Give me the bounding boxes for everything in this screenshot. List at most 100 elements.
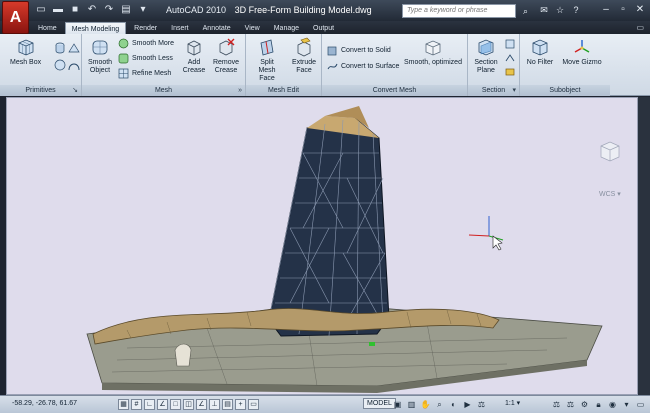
- showmotion-icon[interactable]: ▶: [462, 399, 473, 410]
- tab-manage[interactable]: Manage: [268, 22, 305, 34]
- tab-annotate[interactable]: Annotate: [197, 22, 237, 34]
- dynamic-input-icon[interactable]: ▤: [222, 399, 233, 410]
- model-space-toggle[interactable]: MODEL: [363, 398, 396, 409]
- mesh-box-icon: [18, 39, 33, 56]
- workspace-switching-icon[interactable]: ⚙: [579, 399, 590, 410]
- pan-icon[interactable]: ✋: [420, 399, 431, 410]
- smooth-more-button[interactable]: Smooth More: [118, 37, 174, 50]
- steeringwheel-icon[interactable]: ◐: [448, 399, 459, 410]
- new-file-icon[interactable]: ▭: [34, 3, 48, 17]
- restore-icon[interactable]: ▫: [617, 3, 629, 16]
- quick-view-drawings-icon[interactable]: ▥: [406, 399, 417, 410]
- favorites-star-icon[interactable]: ☆: [554, 3, 566, 17]
- ortho-mode-icon[interactable]: ∟: [144, 399, 155, 410]
- split-mesh-face-button[interactable]: Split Mesh Face: [252, 37, 282, 83]
- annotation-scale-select[interactable]: 1:1 ▾: [505, 399, 520, 407]
- snap-mode-icon[interactable]: ▦: [118, 399, 129, 410]
- primitives-title: Primitives: [25, 87, 56, 94]
- tab-view[interactable]: View: [239, 22, 266, 34]
- add-crease-button[interactable]: Add Crease: [182, 37, 206, 75]
- extrude-face-button[interactable]: Extrude Face: [290, 37, 318, 75]
- grid-display-icon[interactable]: #: [131, 399, 142, 410]
- object-snap-tracking-icon[interactable]: ∠: [196, 399, 207, 410]
- no-filter-label: No Filter: [526, 59, 554, 66]
- panel-expand-icon[interactable]: ↘: [72, 85, 78, 96]
- convert-to-solid-button[interactable]: Convert to Solid: [327, 44, 391, 57]
- ribbon-minimize-icon[interactable]: ▭: [636, 23, 644, 32]
- split-face-icon: [260, 39, 274, 56]
- model-label: MODEL: [367, 400, 392, 407]
- quick-view-layouts-icon[interactable]: ▣: [392, 399, 403, 410]
- lineweight-icon[interactable]: +: [235, 399, 246, 410]
- window-controls: – ▫ ✕: [600, 3, 646, 16]
- binoculars-icon[interactable]: ⌕: [519, 4, 532, 18]
- help-icon[interactable]: ?: [570, 3, 582, 17]
- quick-access-toolbar: ▭ ▬ ■ ↶ ↷ ▤ ▾: [34, 3, 150, 17]
- communication-center-icon[interactable]: ✉: [538, 3, 550, 17]
- tab-insert[interactable]: Insert: [165, 22, 195, 34]
- search-input[interactable]: Type a keyword or phrase: [402, 4, 516, 18]
- mesh-box-button[interactable]: Mesh Box: [10, 37, 41, 67]
- mesh-wedge-icon[interactable]: [67, 41, 81, 55]
- extrude-face-label: Extrude Face: [291, 59, 317, 74]
- tab-mesh-modeling[interactable]: Mesh Modeling: [64, 22, 127, 34]
- smooth-optimized-icon: [425, 40, 441, 56]
- smooth-less-label: Smooth Less: [132, 55, 173, 62]
- move-gizmo-button[interactable]: Move Gizmo: [562, 37, 602, 67]
- status-menu-icon[interactable]: ▾: [621, 399, 632, 410]
- 3d-object-snap-icon[interactable]: ◫: [183, 399, 194, 410]
- clean-screen-icon[interactable]: ▭: [635, 399, 646, 410]
- mesh-title: Mesh: [154, 87, 173, 94]
- convert-mesh-title: Convert Mesh: [372, 87, 417, 94]
- smooth-less-button[interactable]: Smooth Less: [118, 52, 173, 65]
- remove-crease-button[interactable]: Remove Crease: [212, 37, 240, 75]
- annotation-scale-icon[interactable]: ⚖: [476, 399, 487, 410]
- print-icon[interactable]: ▤: [119, 3, 133, 17]
- panel-subobject: No Filter Move Gizmo Subobject: [520, 34, 610, 96]
- section-plane-button[interactable]: Section Plane: [471, 37, 501, 75]
- zoom-icon[interactable]: ⌕: [434, 399, 445, 410]
- viewcube[interactable]: [597, 138, 623, 164]
- split-mesh-face-label: Split Mesh Face: [258, 59, 276, 82]
- application-menu-button[interactable]: A: [2, 1, 29, 34]
- smooth-object-button[interactable]: Smooth Object: [88, 37, 112, 75]
- annotation-visibility-icon[interactable]: ⚖: [551, 399, 562, 410]
- quick-properties-icon[interactable]: ▭: [248, 399, 259, 410]
- no-filter-button[interactable]: No Filter: [525, 37, 555, 67]
- panel-title-subobject: Subobject: [520, 85, 610, 96]
- tab-render[interactable]: Render: [128, 22, 163, 34]
- dynamic-ucs-icon[interactable]: ⊥: [209, 399, 220, 410]
- convert-to-surface-button[interactable]: Convert to Surface: [327, 60, 399, 73]
- mesh-sphere-icon[interactable]: [53, 58, 67, 72]
- tab-home[interactable]: Home: [32, 22, 63, 34]
- open-folder-icon[interactable]: ▬: [51, 3, 65, 17]
- live-section-icon[interactable]: [504, 38, 516, 50]
- panel-dropdown-icon[interactable]: ▾: [512, 85, 516, 96]
- ribbon: Mesh Box Primitives ↘ Smooth Object Smoot…: [0, 34, 650, 96]
- panel-expand-icon[interactable]: »: [238, 85, 242, 96]
- save-icon[interactable]: ■: [68, 3, 82, 17]
- auto-scale-icon[interactable]: ⚖: [565, 399, 576, 410]
- ucs-gizmo: [468, 216, 504, 241]
- tab-output[interactable]: Output: [307, 22, 340, 34]
- redo-icon[interactable]: ↷: [102, 3, 116, 17]
- smooth-optimized-button[interactable]: Smooth, optimized: [402, 37, 464, 67]
- add-jog-icon[interactable]: [504, 52, 516, 64]
- title-bar: A ▭ ▬ ■ ↶ ↷ ▤ ▾ AutoCAD 2010 3D Free-For…: [0, 0, 650, 34]
- undo-icon[interactable]: ↶: [85, 3, 99, 17]
- convert-solid-icon: [327, 46, 337, 56]
- generate-section-icon[interactable]: [504, 66, 516, 78]
- dropdown-arrow-icon[interactable]: ▾: [136, 3, 150, 17]
- minimize-icon[interactable]: –: [600, 3, 612, 16]
- refine-mesh-button[interactable]: Refine Mesh: [118, 67, 171, 80]
- drawing-viewport[interactable]: WCS ▾: [6, 97, 638, 395]
- close-icon[interactable]: ✕: [634, 3, 646, 16]
- mesh-revolve-icon[interactable]: [67, 58, 81, 72]
- polar-tracking-icon[interactable]: ∠: [157, 399, 168, 410]
- wcs-menu[interactable]: WCS ▾: [599, 190, 621, 198]
- object-snap-icon[interactable]: □: [170, 399, 181, 410]
- mesh-cylinder-icon[interactable]: [53, 41, 67, 55]
- status-bar: -58.29, -26.78, 61.67 ▦ # ∟ ∠ □ ◫ ∠ ⊥ ▤ …: [0, 395, 650, 413]
- lock-icon[interactable]: 🔒︎: [593, 399, 604, 410]
- isolate-objects-icon[interactable]: ◉: [607, 399, 618, 410]
